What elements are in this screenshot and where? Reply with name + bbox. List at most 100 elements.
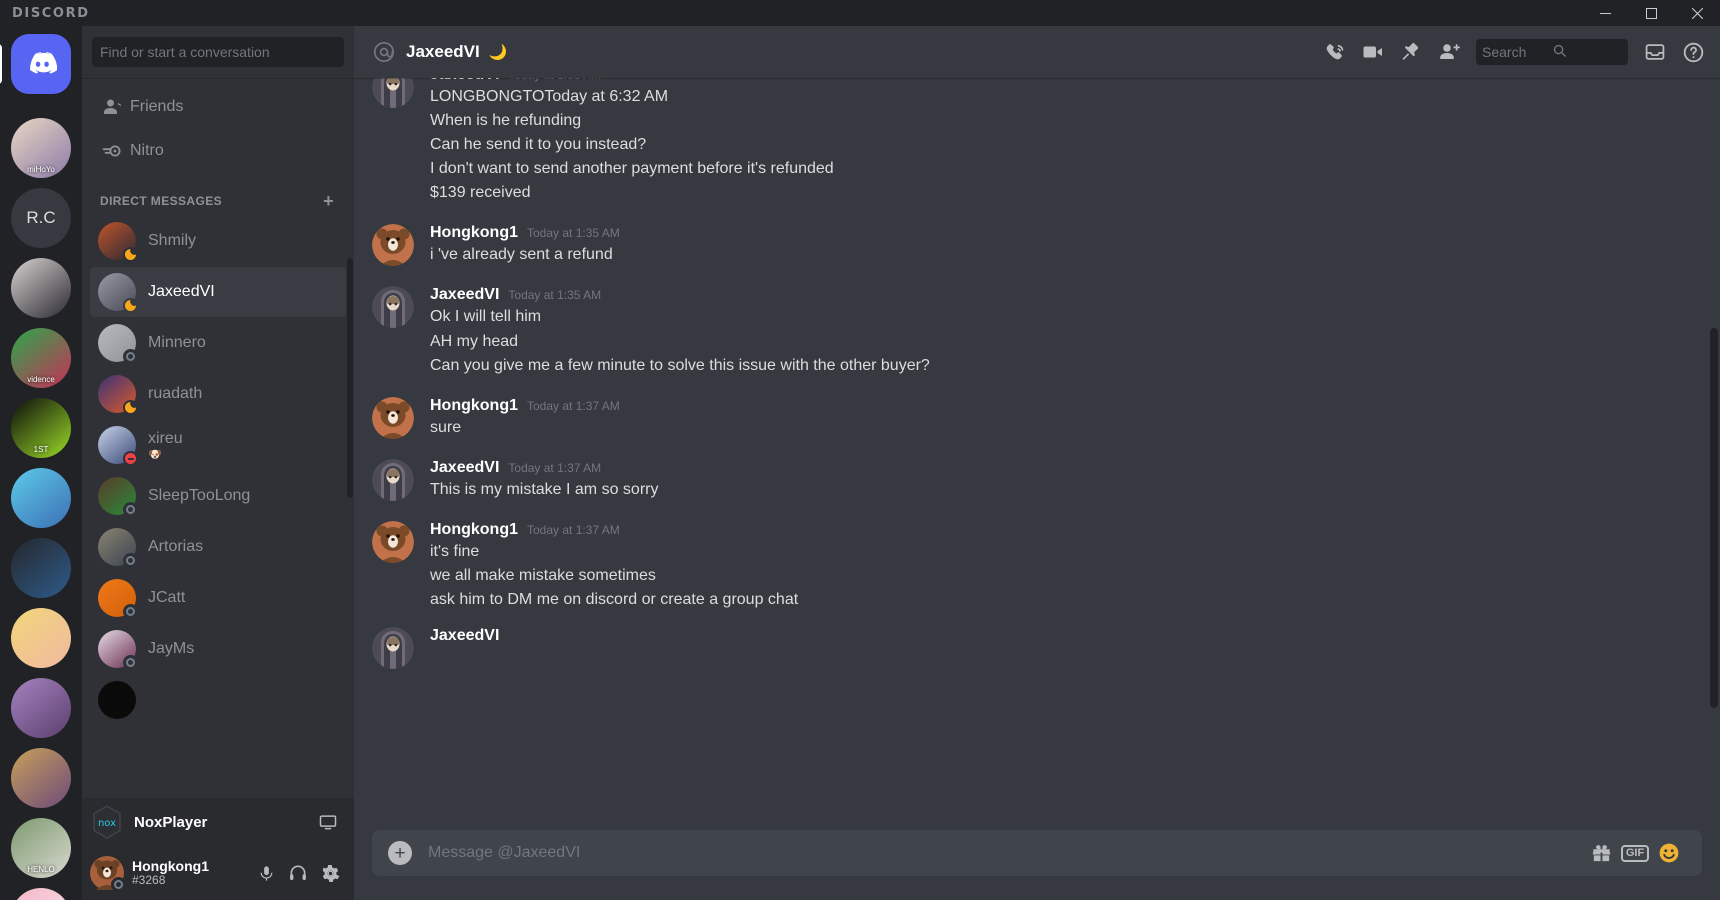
dm-list-item-shmily[interactable]: Shmily: [90, 216, 346, 266]
add-friend-icon[interactable]: [1430, 33, 1468, 71]
message-author[interactable]: Hongkong1: [430, 224, 518, 242]
avatar[interactable]: [372, 458, 414, 501]
home-button[interactable]: [0, 34, 71, 94]
message-text: AH my head: [430, 332, 519, 350]
sidebar-scrollbar[interactable]: [347, 258, 353, 498]
sidebar-item-nitro[interactable]: Nitro: [90, 130, 346, 172]
server-icon-evidence-server[interactable]: vidence: [11, 328, 71, 388]
video-call-icon[interactable]: [1354, 33, 1392, 71]
dm-list-item-minnero[interactable]: Minnero: [90, 318, 346, 368]
message-list[interactable]: JaxeedVI Today at 1:33 AM LONGBONGTOToday …: [354, 78, 1720, 830]
friends-icon: [100, 95, 130, 119]
server-icon-pastel-server[interactable]: [11, 888, 71, 900]
gear-icon[interactable]: [314, 857, 346, 889]
message-body: JaxeedVI Today at 1:35 AM Ok I will tell h…: [430, 286, 1672, 377]
avatar[interactable]: [372, 627, 414, 670]
dm-list-item-xireu[interactable]: xireu 🐶: [90, 420, 346, 470]
message-author[interactable]: Hongkong1: [430, 397, 518, 415]
dm-list[interactable]: Shmily JaxeedVI Minnero ruadath xireu 🐶 SleepT…: [90, 216, 346, 725]
maximize-button[interactable]: [1628, 0, 1674, 26]
avatar[interactable]: [372, 286, 414, 329]
server-rail[interactable]: miHoYo R.C vidence 1ST HENLO: [0, 26, 82, 900]
avatar: [98, 324, 138, 364]
avatar[interactable]: [372, 78, 414, 108]
message-group: Hongkong1 Today at 1:35 AM i 've already s…: [354, 222, 1720, 267]
server-icon-w-logo-server[interactable]: [11, 538, 71, 598]
server-icon-mihoyo[interactable]: miHoYo: [11, 118, 71, 178]
server-icon-purple-anime-server[interactable]: [11, 678, 71, 738]
dm-list-item-label: xireu: [148, 429, 183, 447]
find-conversation-input[interactable]: Find or start a conversation: [92, 37, 344, 67]
server-label: HENLO: [27, 865, 55, 874]
svg-text:nox: nox: [98, 818, 116, 829]
close-button[interactable]: [1674, 0, 1720, 26]
message-timestamp: Today at 1:37 AM: [508, 460, 602, 475]
start-call-icon[interactable]: [1316, 33, 1354, 71]
emoji-icon[interactable]: [1652, 836, 1686, 870]
avatar[interactable]: [372, 396, 414, 439]
server-avatar: [11, 538, 71, 598]
server-icon-blonde-anime-server[interactable]: [11, 608, 71, 668]
message-author[interactable]: Hongkong1: [430, 521, 518, 539]
message-author[interactable]: JaxeedVI: [430, 627, 499, 645]
dm-list-item-artorias[interactable]: Artorias: [90, 522, 346, 572]
avatar-image: [372, 458, 414, 501]
dm-list-item[interactable]: [90, 675, 346, 725]
upload-attachment-button[interactable]: +: [388, 841, 412, 865]
microphone-icon[interactable]: [250, 857, 282, 889]
sidebar-scroll-area[interactable]: Friends Nitro DIRECT MESSAGES + Shmily Ja…: [82, 78, 354, 798]
avatar[interactable]: [372, 520, 414, 563]
server-icon-henlo-sign-server[interactable]: HENLO: [11, 818, 71, 878]
avatar: [98, 375, 138, 415]
dm-list-item-jaxeedvi[interactable]: JaxeedVI: [90, 267, 346, 317]
server-icon-one-piece-server[interactable]: [11, 748, 71, 808]
user-identity[interactable]: Hongkong1 #3268: [132, 858, 250, 888]
activity-status-bar[interactable]: nox NoxPlayer: [82, 798, 354, 846]
sidebar-item-friends[interactable]: Friends: [90, 86, 346, 128]
avatar[interactable]: [372, 224, 414, 267]
message-author[interactable]: JaxeedVI: [430, 78, 499, 84]
message-input[interactable]: Message @JaxeedVI: [428, 844, 1584, 862]
server-icon-1st-gaming-server[interactable]: 1ST: [11, 398, 71, 458]
create-dm-button[interactable]: +: [323, 192, 336, 210]
server-icon-sleeping-ninja-server[interactable]: [11, 468, 71, 528]
server-avatar: [11, 888, 71, 900]
message-composer: + Message @JaxeedVI GIF: [354, 830, 1720, 900]
server-icon-r-c[interactable]: R.C: [11, 188, 71, 248]
dm-list-item-ruadath[interactable]: ruadath: [90, 369, 346, 419]
gif-button[interactable]: GIF: [1618, 836, 1652, 870]
dm-list-item-jayms[interactable]: JayMs: [90, 624, 346, 674]
message-text: I don't want to send another payment bef…: [430, 160, 834, 178]
avatar-image: [372, 396, 414, 439]
avatar-image: [372, 224, 414, 267]
message-author[interactable]: JaxeedVI: [430, 286, 499, 304]
avatar: [98, 579, 138, 619]
message-author[interactable]: JaxeedVI: [430, 459, 499, 477]
avatar[interactable]: [90, 856, 126, 892]
dm-sidebar: Find or start a conversation Friends Nit…: [82, 26, 354, 900]
message-text: it's fine: [430, 542, 480, 560]
dm-list-item-sleeptoolong[interactable]: SleepTooLong: [90, 471, 346, 521]
pinned-messages-icon[interactable]: [1392, 33, 1430, 71]
minimize-button[interactable]: [1582, 0, 1628, 26]
gift-icon[interactable]: [1584, 836, 1618, 870]
avatar-image: [372, 286, 414, 329]
search-icon: [1552, 43, 1622, 61]
message-group: JaxeedVI: [354, 625, 1720, 670]
status-badge: [123, 298, 138, 313]
help-icon[interactable]: [1674, 33, 1712, 71]
server-icon-anime-boy-server[interactable]: [11, 258, 71, 318]
message-scrollbar[interactable]: [1710, 328, 1718, 708]
search-input[interactable]: Search: [1476, 39, 1628, 65]
status-dnd-icon: [125, 453, 136, 464]
screen-share-icon[interactable]: [312, 806, 344, 838]
composer-box[interactable]: + Message @JaxeedVI GIF: [372, 830, 1702, 876]
dm-list-item-label: JCatt: [148, 589, 186, 606]
sidebar-search-bar[interactable]: Find or start a conversation: [82, 26, 354, 78]
discord-home-icon[interactable]: [11, 34, 71, 94]
main-content: JaxeedVI 🌙 Search LONGBONGTOToday at 6:3…: [354, 26, 1720, 900]
dm-list-item-jcatt[interactable]: JCatt: [90, 573, 346, 623]
title-bar: DISCORD: [0, 0, 1720, 26]
headphones-icon[interactable]: [282, 857, 314, 889]
inbox-icon[interactable]: [1636, 33, 1674, 71]
